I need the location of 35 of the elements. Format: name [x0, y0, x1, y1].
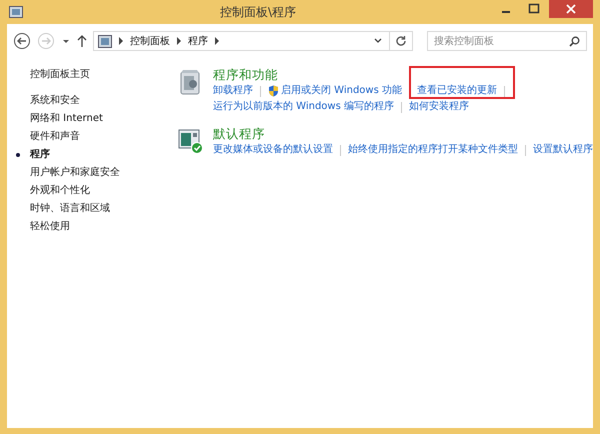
sidebar-item[interactable]: 系统和安全 — [16, 92, 178, 110]
search-icon[interactable] — [569, 36, 580, 47]
breadcrumb[interactable]: 程序 — [188, 34, 208, 48]
chevron-icon[interactable] — [118, 37, 124, 45]
chevron-icon[interactable] — [176, 37, 182, 45]
sidebar-item[interactable]: 网络和 Internet — [16, 110, 178, 128]
sidebar-item[interactable]: 时钟、语言和区域 — [16, 200, 178, 218]
sidebar-item[interactable]: 轻松使用 — [16, 218, 178, 236]
link[interactable]: 更改媒体或设备的默认设置 — [213, 142, 333, 158]
link[interactable]: 运行为以前版本的 Windows 编写的程序 — [213, 99, 394, 115]
link[interactable]: 查看已安装的更新 — [417, 83, 497, 99]
sidebar-item[interactable]: 程序 — [16, 146, 178, 164]
sidebar-item[interactable]: 用户帐户和家庭安全 — [16, 164, 178, 182]
control-panel-icon — [98, 34, 112, 48]
back-icon[interactable] — [13, 32, 31, 50]
link[interactable]: 设置默认程序 — [533, 142, 593, 158]
breadcrumb[interactable]: 控制面板 — [130, 34, 170, 48]
link[interactable]: 卸载程序 — [213, 83, 253, 99]
link[interactable]: 启用或关闭 Windows 功能 — [281, 83, 402, 99]
window-icon — [9, 6, 23, 18]
close-icon[interactable] — [549, 0, 593, 18]
shield-icon — [268, 85, 279, 97]
search-field[interactable]: 搜索控制面板 — [427, 31, 587, 51]
sidebar-item[interactable]: 外观和个性化 — [16, 182, 178, 200]
address-bar[interactable]: 控制面板 程序 — [93, 31, 413, 51]
link[interactable]: 如何安装程序 — [409, 99, 469, 115]
chevron-icon[interactable] — [214, 37, 220, 45]
sidebar-item[interactable]: 硬件和声音 — [16, 128, 178, 146]
link[interactable]: 始终使用指定的程序打开某种文件类型 — [348, 142, 518, 158]
sidebar-link[interactable]: 控制面板主页 — [30, 66, 178, 84]
window-title: 控制面板\程序 — [218, 4, 298, 20]
section-title[interactable]: 程序和功能 — [213, 66, 512, 83]
up-arrow-icon[interactable] — [77, 34, 87, 48]
section-title[interactable]: 默认程序 — [213, 125, 593, 142]
default-programs-icon — [178, 127, 204, 155]
